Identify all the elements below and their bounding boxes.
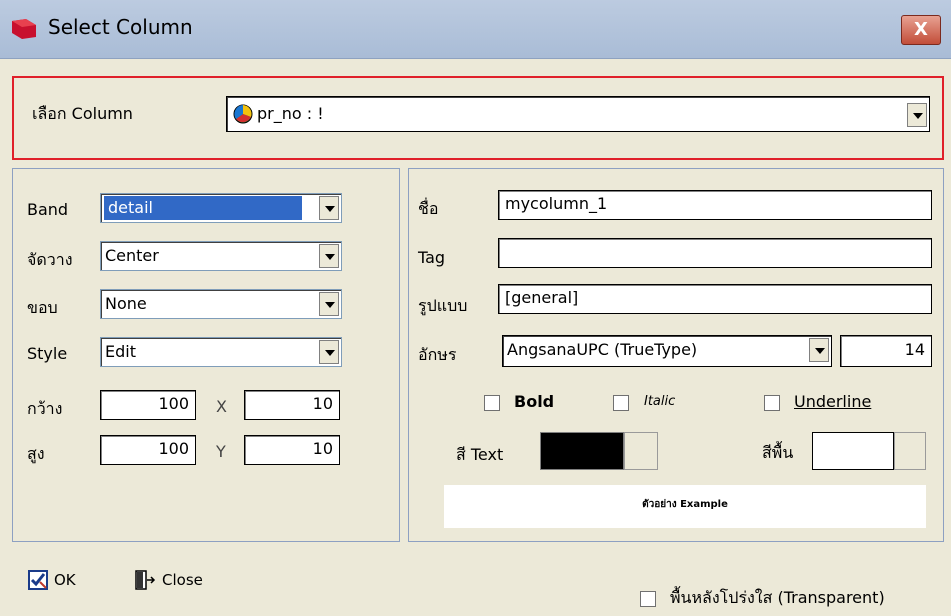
tag-input[interactable] <box>498 238 932 268</box>
close-button[interactable]: Close <box>134 570 203 590</box>
underline-label: Underline <box>794 392 872 411</box>
chevron-down-icon[interactable] <box>319 340 339 364</box>
width-label: กว้าง <box>27 399 63 418</box>
exit-door-icon <box>135 570 156 590</box>
x-input[interactable]: 10 <box>244 390 340 420</box>
window-title: Select Column <box>48 15 193 39</box>
align-value: Center <box>105 246 159 265</box>
close-label: Close <box>162 571 203 589</box>
chevron-down-icon[interactable] <box>319 244 339 268</box>
chevron-down-icon[interactable] <box>319 292 339 316</box>
style-label: Style <box>27 344 68 363</box>
bg-color-label: สีพื้น <box>762 443 794 462</box>
align-dropdown[interactable]: Center <box>100 241 342 271</box>
style-dropdown[interactable]: Edit <box>100 337 342 367</box>
band-value: detail <box>104 196 302 220</box>
select-column-panel: เลือก Column pr_no : ! <box>12 76 944 160</box>
name-label: ชื่อ <box>418 199 439 218</box>
transparent-label: พื้นหลังโปร่งใส (Transparent) <box>670 588 885 607</box>
format-label: รูปแบบ <box>418 296 468 315</box>
ok-button[interactable]: OK <box>28 570 76 590</box>
y-input[interactable]: 10 <box>244 435 340 465</box>
app-icon <box>12 19 36 39</box>
ok-label: OK <box>54 571 76 589</box>
bold-checkbox[interactable] <box>484 395 500 411</box>
style-value: Edit <box>105 342 136 361</box>
width-input[interactable]: 100 <box>100 390 196 420</box>
font-preview-text: ตัวอย่าง Example <box>642 499 728 510</box>
select-column-label: เลือก Column <box>32 104 133 123</box>
band-dropdown[interactable]: detail <box>100 193 342 223</box>
x-label: X <box>216 397 227 416</box>
tag-label: Tag <box>418 248 446 267</box>
transparent-checkbox[interactable] <box>640 591 656 607</box>
format-input[interactable]: [general] <box>498 284 932 314</box>
bold-label: Bold <box>514 392 555 411</box>
close-window-button[interactable]: X <box>901 15 941 45</box>
font-dropdown[interactable]: AngsanaUPC (TrueType) <box>502 335 832 367</box>
text-color-swatch[interactable] <box>540 432 624 470</box>
column-type-icon <box>233 104 253 124</box>
text-color-picker-button[interactable] <box>624 432 658 470</box>
bg-color-swatch[interactable] <box>812 432 894 470</box>
height-input[interactable]: 100 <box>100 435 196 465</box>
border-value: None <box>105 294 147 313</box>
band-label: Band <box>27 200 69 219</box>
check-icon <box>28 570 48 590</box>
border-dropdown[interactable]: None <box>100 289 342 319</box>
align-label: จัดวาง <box>27 250 73 269</box>
border-label: ขอบ <box>27 298 58 317</box>
height-label: สูง <box>27 444 45 463</box>
font-preview-box: ตัวอย่าง Example <box>444 485 926 528</box>
italic-label: Italic <box>644 394 676 409</box>
underline-checkbox[interactable] <box>764 395 780 411</box>
font-label: อักษร <box>418 345 457 364</box>
italic-checkbox[interactable] <box>613 395 629 411</box>
font-value: AngsanaUPC (TrueType) <box>507 340 698 359</box>
name-input[interactable]: mycolumn_1 <box>498 190 932 220</box>
font-size-input[interactable]: 14 <box>840 335 932 367</box>
chevron-down-icon[interactable] <box>319 196 339 220</box>
select-column-dropdown[interactable]: pr_no : ! <box>226 96 930 132</box>
chevron-down-icon[interactable] <box>907 103 927 127</box>
y-label: Y <box>216 442 226 461</box>
chevron-down-icon[interactable] <box>809 338 829 362</box>
title-bar: Select Column X <box>0 0 951 59</box>
select-column-value: pr_no : ! <box>257 104 324 123</box>
text-color-label: สี Text <box>456 445 504 464</box>
bg-color-picker-button[interactable] <box>894 432 926 470</box>
